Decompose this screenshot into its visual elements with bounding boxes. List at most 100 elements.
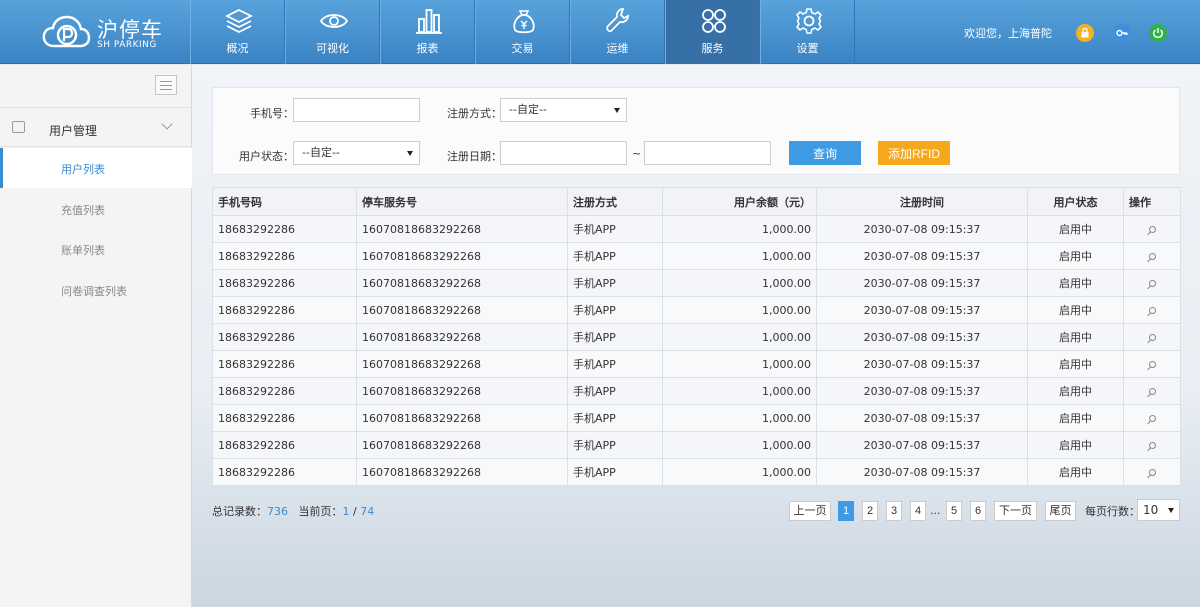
sidebar-item-user-list[interactable]: 用户列表 (0, 148, 192, 188)
nav-overview[interactable]: 概况 (190, 0, 285, 64)
menu-toggle-icon[interactable] (155, 75, 177, 95)
search-icon[interactable] (1148, 387, 1156, 395)
col-balance[interactable]: 用户余额（元） (662, 187, 817, 216)
cell-reg-time: 2030-07-08 09:15:37 (816, 404, 1028, 432)
cell-status: 启用中 (1027, 215, 1124, 243)
col-status[interactable]: 用户状态 (1027, 187, 1124, 216)
cell-status: 启用中 (1027, 269, 1124, 297)
cell-reg-time: 2030-07-08 09:15:37 (816, 350, 1028, 378)
cell-balance: 1,000.00 (662, 458, 817, 486)
cell-reg-time: 2030-07-08 09:15:37 (816, 458, 1028, 486)
sidebar-group-user-management[interactable]: 用户管理 (0, 107, 192, 147)
nav-services[interactable]: 服务 (665, 0, 760, 64)
nav-settings[interactable]: 设置 (760, 0, 855, 64)
cell-reg-method: 手机APP (567, 296, 663, 324)
lock-icon[interactable] (1076, 24, 1094, 42)
reg-method-label: 注册方式： (447, 107, 502, 120)
top-header: 沪停车 SH PARKING 概况 可视化 报表 交易 运维 服务 设置 欢迎您… (0, 0, 1200, 64)
search-icon[interactable] (1148, 333, 1156, 341)
phone-label: 手机号： (250, 107, 294, 120)
table-row: 18683292286 16070818683292268 手机APP 1,000.0… (212, 350, 1181, 378)
search-icon[interactable] (1148, 225, 1156, 233)
search-icon[interactable] (1148, 414, 1156, 422)
nav-label: 概况 (226, 42, 249, 55)
col-phone[interactable]: 手机号码 (212, 187, 357, 216)
table-row: 18683292286 16070818683292268 手机APP 1,000.0… (212, 377, 1181, 405)
status-label: 用户状态： (239, 150, 294, 163)
cell-reg-method: 手机APP (567, 431, 663, 459)
dropdown-arrow-icon (1168, 508, 1174, 513)
cell-balance: 1,000.00 (662, 215, 817, 243)
add-rfid-button[interactable]: 添加RFID (878, 141, 950, 165)
cell-status: 启用中 (1027, 323, 1124, 351)
col-reg-time[interactable]: 注册时间 (816, 187, 1028, 216)
search-icon[interactable] (1148, 441, 1156, 449)
cell-balance: 1,000.00 (662, 350, 817, 378)
reg-method-value: --自定-- (509, 103, 547, 116)
sidebar-item-label: 账单列表 (61, 244, 105, 257)
cell-reg-method: 手机APP (567, 458, 663, 486)
next-page-button[interactable]: 下一页 (994, 501, 1037, 521)
cell-service-number: 16070818683292268 (356, 215, 568, 243)
nav-label: 设置 (796, 42, 819, 55)
reg-method-select[interactable]: --自定-- (500, 98, 627, 122)
date-range-separator: ~ (632, 147, 642, 160)
power-icon[interactable] (1149, 24, 1167, 42)
cell-service-number: 16070818683292268 (356, 377, 568, 405)
sidebar-item-recharge-list[interactable]: 充值列表 (0, 189, 192, 229)
sidebar-item-bill-list[interactable]: 账单列表 (0, 229, 192, 269)
cell-actions (1123, 269, 1181, 297)
date-from-input[interactable] (500, 141, 627, 165)
status-select[interactable]: --自定-- (293, 141, 420, 165)
cell-service-number: 16070818683292268 (356, 242, 568, 270)
page-button[interactable]: 3 (886, 501, 902, 521)
cell-status: 启用中 (1027, 431, 1124, 459)
main-nav: 概况 可视化 报表 交易 运维 服务 设置 (190, 0, 855, 64)
cell-phone: 18683292286 (212, 242, 357, 270)
cell-balance: 1,000.00 (662, 377, 817, 405)
nav-label: 报表 (416, 42, 439, 55)
search-icon[interactable] (1148, 279, 1156, 287)
date-to-input[interactable] (644, 141, 771, 165)
cell-phone: 18683292286 (212, 269, 357, 297)
table-row: 18683292286 16070818683292268 手机APP 1,000.0… (212, 269, 1181, 297)
sidebar: 用户管理 用户列表 充值列表 账单列表 问卷调查列表 (0, 65, 192, 607)
col-service-number[interactable]: 停车服务号 (356, 187, 568, 216)
prev-page-button[interactable]: 上一页 (789, 501, 831, 521)
wallet-icon (12, 121, 25, 133)
bar-chart-icon (416, 9, 442, 34)
cell-reg-method: 手机APP (567, 404, 663, 432)
page-button[interactable]: 4 (910, 501, 926, 521)
page-button[interactable]: 5 (946, 501, 962, 521)
rows-per-page-select[interactable]: 10 (1137, 499, 1180, 521)
cell-actions (1123, 458, 1181, 486)
sidebar-item-survey-list[interactable]: 问卷调查列表 (0, 270, 192, 310)
query-button[interactable]: 查询 (789, 141, 861, 165)
nav-reports[interactable]: 报表 (380, 0, 475, 64)
cell-reg-time: 2030-07-08 09:15:37 (816, 242, 1028, 270)
cell-phone: 18683292286 (212, 377, 357, 405)
logo[interactable]: 沪停车 SH PARKING (40, 12, 190, 54)
cell-actions (1123, 431, 1181, 459)
reg-date-label: 注册日期： (447, 150, 502, 163)
cell-status: 启用中 (1027, 242, 1124, 270)
search-icon[interactable] (1148, 252, 1156, 260)
eye-icon (319, 14, 349, 28)
key-icon[interactable] (1113, 24, 1131, 42)
main-content: 手机号： 注册方式： --自定-- 用户状态： --自定-- 注册日期： ~ 查… (192, 65, 1200, 607)
nav-visualization[interactable]: 可视化 (285, 0, 380, 64)
cloud-p-logo-icon (42, 15, 91, 48)
sidebar-item-label: 用户列表 (61, 163, 105, 176)
nav-transactions[interactable]: 交易 (475, 0, 570, 64)
search-icon[interactable] (1148, 360, 1156, 368)
page-button[interactable]: 2 (862, 501, 878, 521)
search-icon[interactable] (1148, 306, 1156, 314)
page-button[interactable]: 6 (970, 501, 986, 521)
page-button[interactable]: 1 (838, 501, 854, 521)
search-icon[interactable] (1148, 468, 1156, 476)
phone-input[interactable] (293, 98, 420, 122)
col-reg-method[interactable]: 注册方式 (567, 187, 663, 216)
last-page-button[interactable]: 尾页 (1045, 501, 1076, 521)
nav-maintenance[interactable]: 运维 (570, 0, 665, 64)
cell-reg-time: 2030-07-08 09:15:37 (816, 215, 1028, 243)
